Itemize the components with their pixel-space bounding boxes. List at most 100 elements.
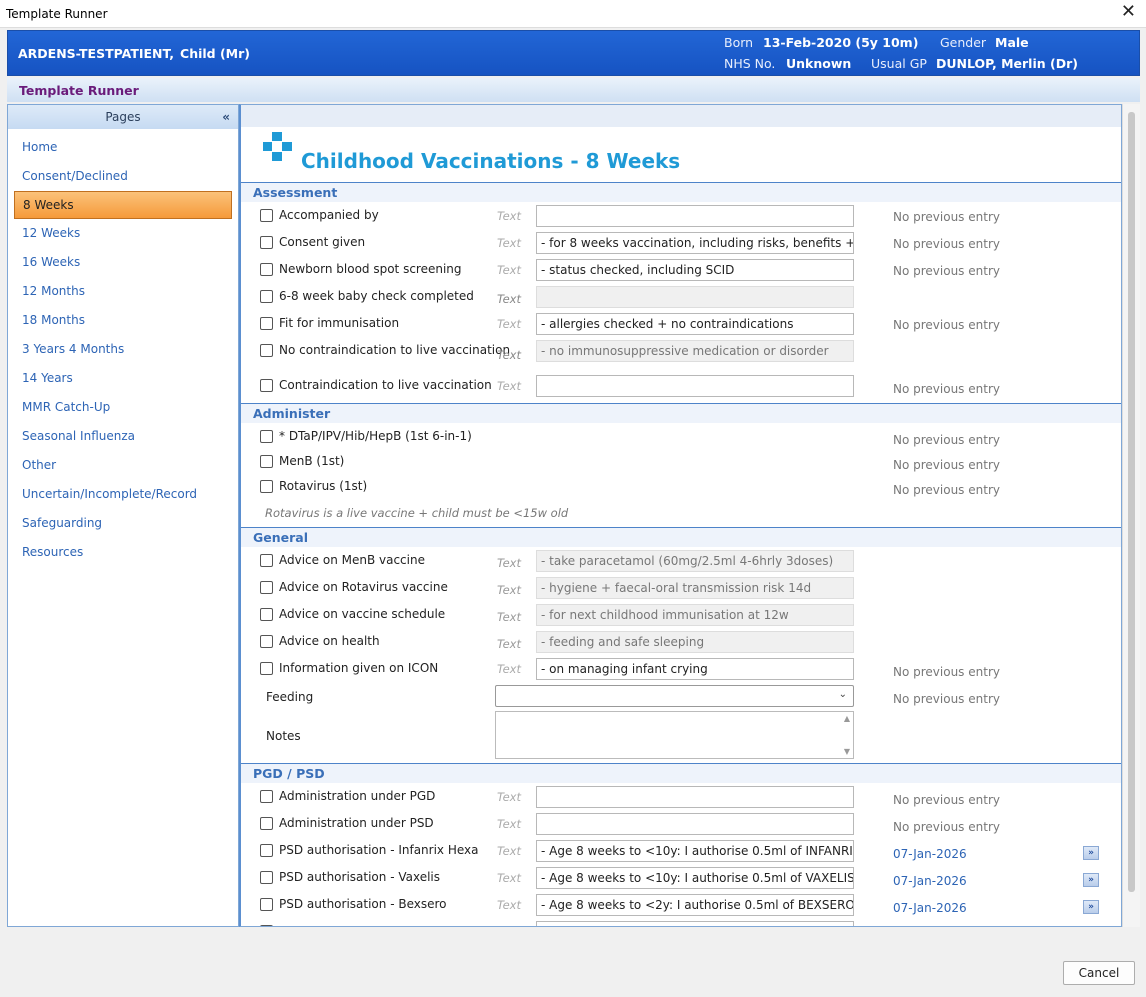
chevron-down-icon: ⌄ bbox=[838, 689, 847, 700]
checkbox[interactable] bbox=[260, 209, 273, 222]
checkbox[interactable] bbox=[260, 554, 273, 567]
section-pgd-psd: PGD / PSD bbox=[241, 763, 1121, 783]
checkbox[interactable] bbox=[260, 480, 273, 493]
checkbox[interactable] bbox=[260, 317, 273, 330]
sidebar-item-12-weeks[interactable]: 12 Weeks bbox=[8, 219, 238, 248]
sidebar-item-3y4m[interactable]: 3 Years 4 Months bbox=[8, 335, 238, 364]
text-field-disabled: - feeding and safe sleeping bbox=[536, 631, 854, 653]
row-partial bbox=[241, 921, 1121, 926]
text-field-disabled: - take paracetamol (60mg/2.5ml 4-6hrly 3… bbox=[536, 550, 854, 572]
checkbox[interactable] bbox=[260, 581, 273, 594]
scroll-down-icon[interactable]: ▼ bbox=[844, 747, 850, 756]
sidebar-item-14-years[interactable]: 14 Years bbox=[8, 364, 238, 393]
checkbox[interactable] bbox=[260, 662, 273, 675]
row-accompanied-by: Accompanied by Text No previous entry bbox=[241, 205, 1121, 229]
notes-textarea[interactable]: ▲ ▼ bbox=[495, 711, 854, 759]
section-assessment: Assessment bbox=[241, 182, 1121, 202]
text-field[interactable]: - allergies checked + no contraindicatio… bbox=[536, 313, 854, 335]
text-field-disabled bbox=[536, 286, 854, 308]
text-field[interactable] bbox=[536, 921, 854, 926]
row-psd-bexsero: PSD authorisation - Bexsero Text - Age 8… bbox=[241, 894, 1121, 918]
checkbox[interactable] bbox=[260, 344, 273, 357]
collapse-icon[interactable]: « bbox=[222, 105, 230, 129]
checkbox[interactable] bbox=[260, 455, 273, 468]
row-rotavirus: Rotavirus (1st) No previous entry bbox=[241, 476, 1121, 500]
sidebar-item-home[interactable]: Home bbox=[8, 133, 238, 162]
sidebar-item-consent[interactable]: Consent/Declined bbox=[8, 162, 238, 191]
form-title: Childhood Vaccinations - 8 Weeks bbox=[301, 149, 681, 173]
checkbox[interactable] bbox=[260, 871, 273, 884]
vertical-scrollbar[interactable] bbox=[1122, 104, 1140, 927]
top-strip bbox=[241, 105, 1121, 127]
pages-sidebar: Pages « Home Consent/Declined 8 Weeks 12… bbox=[7, 104, 239, 927]
footer-bar bbox=[0, 928, 1146, 997]
checkbox[interactable] bbox=[260, 608, 273, 621]
sidebar-item-8-weeks[interactable]: 8 Weeks bbox=[14, 191, 232, 219]
checkbox[interactable] bbox=[260, 898, 273, 911]
sidebar-item-12-months[interactable]: 12 Months bbox=[8, 277, 238, 306]
window-titlebar: Template Runner ✕ bbox=[0, 0, 1146, 28]
checkbox[interactable] bbox=[260, 925, 273, 926]
patient-banner: ARDENS-TESTPATIENT, Child (Mr) Born 13-Fe… bbox=[7, 30, 1140, 76]
sidebar-item-16-weeks[interactable]: 16 Weeks bbox=[8, 248, 238, 277]
gp-label: Usual GP bbox=[871, 56, 927, 71]
row-dtap: * DTaP/IPV/Hib/HepB (1st 6-in-1) No prev… bbox=[241, 426, 1121, 450]
row-contraindication: Contraindication to live vaccination Tex… bbox=[241, 375, 1121, 399]
nhs-value: Unknown bbox=[786, 56, 852, 71]
cancel-button[interactable]: Cancel bbox=[1063, 961, 1135, 985]
row-pgd: Administration under PGD Text No previou… bbox=[241, 786, 1121, 810]
text-field[interactable]: - for 8 weeks vaccination, including ris… bbox=[536, 232, 854, 254]
row-icon-info: Information given on ICON Text - on mana… bbox=[241, 658, 1121, 682]
row-advice-schedule: Advice on vaccine schedule Text - for ne… bbox=[241, 604, 1121, 628]
sidebar-item-resources[interactable]: Resources bbox=[8, 538, 238, 567]
born-label: Born bbox=[724, 35, 754, 50]
checkbox[interactable] bbox=[260, 430, 273, 443]
row-psd-infanrix: PSD authorisation - Infanrix Hexa Text -… bbox=[241, 840, 1121, 864]
row-advice-menb: Advice on MenB vaccine Text - take parac… bbox=[241, 550, 1121, 574]
pages-header: Pages « bbox=[8, 105, 238, 129]
text-field[interactable] bbox=[536, 205, 854, 227]
checkbox[interactable] bbox=[260, 844, 273, 857]
sidebar-item-mmr[interactable]: MMR Catch-Up bbox=[8, 393, 238, 422]
row-advice-health: Advice on health Text - feeding and safe… bbox=[241, 631, 1121, 655]
sidebar-item-flu[interactable]: Seasonal Influenza bbox=[8, 422, 238, 451]
row-fit-for-immunisation: Fit for immunisation Text - allergies ch… bbox=[241, 313, 1121, 337]
feeding-select[interactable]: ⌄ bbox=[495, 685, 854, 707]
scroll-up-icon[interactable]: ▲ bbox=[844, 714, 850, 723]
row-baby-check: 6-8 week baby check completed Text bbox=[241, 286, 1121, 310]
sidebar-item-18-months[interactable]: 18 Months bbox=[8, 306, 238, 335]
text-field[interactable]: - Age 8 weeks to <10y: I authorise 0.5ml… bbox=[536, 840, 854, 862]
checkbox[interactable] bbox=[260, 817, 273, 830]
scrollbar-thumb[interactable] bbox=[1128, 112, 1135, 892]
row-advice-rotavirus: Advice on Rotavirus vaccine Text - hygie… bbox=[241, 577, 1121, 601]
gp-value: DUNLOP, Merlin (Dr) bbox=[936, 56, 1078, 71]
form-panel: Childhood Vaccinations - 8 Weeks Assessm… bbox=[239, 104, 1122, 927]
text-field[interactable]: - on managing infant crying bbox=[536, 658, 854, 680]
sidebar-item-uncertain[interactable]: Uncertain/Incomplete/Record bbox=[8, 480, 238, 509]
checkbox[interactable] bbox=[260, 263, 273, 276]
text-field[interactable] bbox=[536, 813, 854, 835]
expand-arrow-icon[interactable]: » bbox=[1083, 846, 1099, 860]
row-consent-given: Consent given Text - for 8 weeks vaccina… bbox=[241, 232, 1121, 256]
close-icon[interactable]: ✕ bbox=[1121, 3, 1136, 21]
row-menb: MenB (1st) No previous entry bbox=[241, 451, 1121, 475]
checkbox[interactable] bbox=[260, 635, 273, 648]
text-field[interactable]: - status checked, including SCID bbox=[536, 259, 854, 281]
sidebar-item-safeguarding[interactable]: Safeguarding bbox=[8, 509, 238, 538]
text-field[interactable] bbox=[536, 375, 854, 397]
template-runner-bar: Template Runner bbox=[7, 78, 1140, 102]
expand-arrow-icon[interactable]: » bbox=[1083, 900, 1099, 914]
checkbox[interactable] bbox=[260, 290, 273, 303]
checkbox[interactable] bbox=[260, 379, 273, 392]
sidebar-item-other[interactable]: Other bbox=[8, 451, 238, 480]
row-notes: Notes ▲ ▼ bbox=[241, 711, 1121, 761]
text-field[interactable]: - Age 8 weeks to <2y: I authorise 0.5ml … bbox=[536, 894, 854, 916]
row-feeding: Feeding ⌄ No previous entry bbox=[241, 685, 1121, 709]
expand-arrow-icon[interactable]: » bbox=[1083, 873, 1099, 887]
checkbox[interactable] bbox=[260, 236, 273, 249]
text-field[interactable]: - Age 8 weeks to <10y: I authorise 0.5ml… bbox=[536, 867, 854, 889]
gender-value: Male bbox=[995, 35, 1029, 50]
row-no-contraindication: No contraindication to live vaccination … bbox=[241, 340, 1121, 364]
text-field[interactable] bbox=[536, 786, 854, 808]
checkbox[interactable] bbox=[260, 790, 273, 803]
